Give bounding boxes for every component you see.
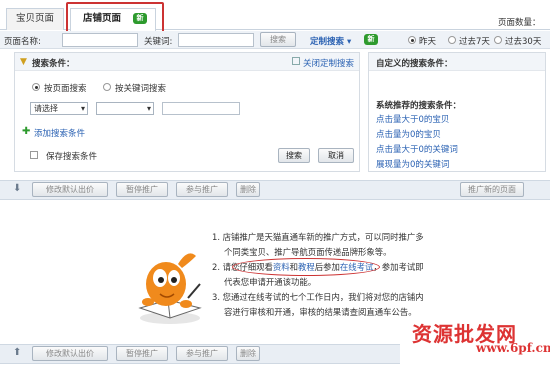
tab-label: 宝贝页面	[15, 13, 54, 24]
delete-button[interactable]: 删除	[236, 182, 260, 197]
recommended-item[interactable]: 点击量大于0的宝贝	[376, 113, 449, 125]
conditions-search-button[interactable]: 搜索	[278, 148, 310, 163]
funnel-icon: ▼	[20, 57, 27, 67]
info-line-5: 3. 您通过在线考试的七个工作日内，我们将对您的店铺内	[212, 292, 424, 302]
close-icon[interactable]	[292, 57, 300, 65]
condition-value-input[interactable]	[162, 102, 240, 115]
mascot-illustration	[138, 253, 202, 324]
recommended-item[interactable]: 点击量大于0的关键词	[376, 143, 458, 155]
join-button[interactable]: 参与推广	[176, 346, 228, 361]
modify-bid-button[interactable]: 修改默认出价	[32, 182, 108, 197]
recommended-title: 系统推荐的搜索条件：	[376, 101, 462, 111]
recommended-item[interactable]: 展现量为0的关键词	[376, 158, 449, 170]
add-condition-link[interactable]: 添加搜索条件	[34, 127, 85, 139]
time-option-label: 过去30天	[505, 37, 542, 47]
pause-button[interactable]: 暂停推广	[116, 346, 168, 361]
mode-option-label: 按页面搜索	[44, 84, 87, 94]
plus-icon: ✚	[22, 126, 31, 137]
info-text: ，参加考试即	[373, 262, 424, 272]
promote-new-page-button[interactable]: 推广新的页面	[460, 182, 524, 197]
radio-7days[interactable]	[448, 36, 456, 44]
pause-button[interactable]: 暂停推广	[116, 182, 168, 197]
join-button[interactable]: 参与推广	[176, 182, 228, 197]
condition-operator-select[interactable]	[96, 102, 154, 115]
keyword-label: 关键词:	[144, 37, 173, 47]
info-line-6: 容进行审核和开通，审核的结果请查阅直通车公告。	[224, 307, 417, 317]
time-option-label: 昨天	[419, 37, 437, 47]
modify-bid-button[interactable]: 修改默认出价	[32, 346, 108, 361]
search-button[interactable]: 搜索	[260, 32, 296, 47]
arrow-down-icon: ⬇	[13, 183, 22, 194]
tab-item-page[interactable]: 宝贝页面	[6, 8, 64, 30]
page-count-label: 页面数量：	[498, 18, 541, 28]
watermark-url: www.6pf.cn	[476, 341, 550, 355]
conditions-title: 搜索条件：	[32, 59, 75, 69]
highlight-ellipse	[232, 258, 380, 276]
custom-search-label: 定制搜索	[310, 37, 345, 47]
time-option-label: 过去7天	[459, 37, 490, 47]
condition-field-select[interactable]: 请选择	[30, 102, 88, 115]
info-line-4: 代表您申请开通该功能。	[224, 277, 317, 287]
save-condition-label: 保存搜索条件	[46, 152, 98, 162]
store-page-promotion-screen: 宝贝页面 店铺页面 新 页面数量： 页面名称: 关键词: 搜索 定制搜索 ▾ 新…	[0, 0, 550, 376]
radio-search-by-keyword[interactable]	[103, 83, 111, 91]
arrow-up-icon: ⬆	[13, 347, 22, 358]
info-line-1: 1. 店铺推广是天猫直通车新的推广方式，可以同时推广多	[212, 232, 424, 242]
keyword-input[interactable]	[178, 33, 254, 47]
delete-button[interactable]: 删除	[236, 346, 260, 361]
mode-option-label: 按关键词搜索	[115, 84, 167, 94]
radio-30days[interactable]	[494, 36, 502, 44]
recommended-item[interactable]: 点击量为0的宝贝	[376, 128, 441, 140]
save-condition-checkbox[interactable]	[30, 151, 38, 159]
chevron-down-icon: ▾	[346, 37, 352, 47]
conditions-cancel-button[interactable]: 取消	[318, 148, 354, 163]
page-name-label: 页面名称:	[4, 37, 41, 47]
custom-conditions-title: 自定义的搜索条件：	[376, 59, 453, 69]
custom-search-link[interactable]: 定制搜索 ▾	[310, 35, 351, 47]
radio-search-by-page[interactable]	[32, 83, 40, 91]
radio-yesterday[interactable]	[408, 36, 416, 44]
new-badge: 新	[364, 34, 378, 45]
close-custom-search-link[interactable]: 关闭定制搜索	[303, 57, 354, 69]
page-name-input[interactable]	[62, 33, 138, 47]
